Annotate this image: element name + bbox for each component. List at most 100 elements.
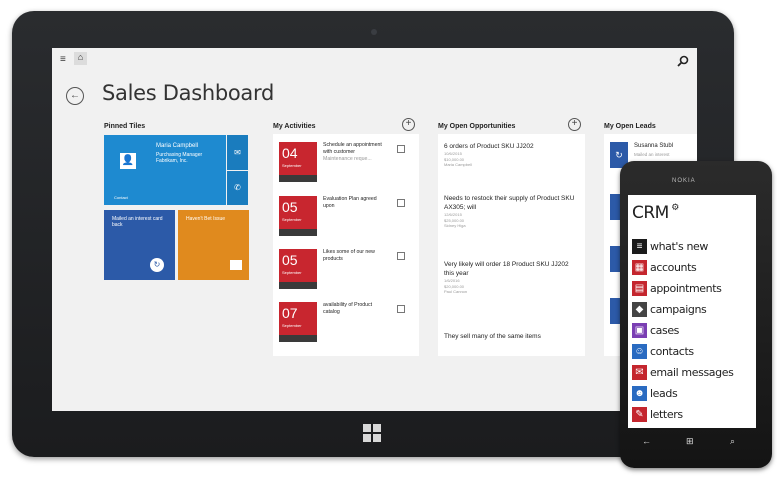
phone-menu-label: leads <box>650 387 678 400</box>
phone-screen: CRM ⚙ ≡ what's new ▦ accounts ▤ appointments ◆… <box>628 195 756 428</box>
menu-icon[interactable]: ≡ <box>60 54 66 65</box>
phone-menu-item-accounts[interactable]: ▦ accounts <box>632 259 756 277</box>
email-icon[interactable]: ✉ <box>227 135 248 170</box>
leads-icon: ☻ <box>632 386 647 401</box>
activity-day: 07 <box>282 305 298 321</box>
opportunity-title: Needs to restock their supply of Product… <box>444 195 575 211</box>
activities-heading: My Activities <box>273 123 316 130</box>
activity-day: 05 <box>282 252 298 268</box>
opportunity-owner: Paul Cannon <box>444 289 468 294</box>
accounts-icon: ▦ <box>632 260 647 275</box>
activity-item[interactable]: 05 September Evaluation Plan agreed upon <box>279 196 409 242</box>
activities-panel: 04 September Schedule an appointment wit… <box>273 134 419 356</box>
phone-menu-label: accounts <box>650 261 697 274</box>
activity-item[interactable]: 04 September Schedule an appointment wit… <box>279 142 409 188</box>
opportunity-owner: Maria Campbell <box>444 162 473 167</box>
activity-day: 04 <box>282 145 298 161</box>
top-bar: ≡ ⌂ <box>52 48 697 74</box>
activity-month: September <box>282 270 302 275</box>
phone-menu-item-email-messages[interactable]: ✉ email messages <box>632 364 756 382</box>
activity-checkbox[interactable] <box>397 305 405 313</box>
lead-name[interactable]: Susanna Stubl <box>634 143 673 149</box>
case-tile[interactable]: Haven't Bet Issue <box>178 210 249 280</box>
lead-tile-text: Mailed an interest card back <box>112 216 163 228</box>
add-activity-button[interactable]: + <box>402 118 415 131</box>
lead-sub: Mailed an interest <box>634 152 670 157</box>
activity-date-tile: 04 September <box>279 142 317 182</box>
cases-icon: ▣ <box>632 323 647 338</box>
phone-menu-label: cases <box>650 324 680 337</box>
phone-menu-item-letters[interactable]: ✎ letters <box>632 406 756 424</box>
phone-brand: NOKIA <box>672 178 696 184</box>
activity-month: September <box>282 163 302 168</box>
phone-windows-icon[interactable]: ⊞ <box>686 436 694 447</box>
phone-back-icon[interactable]: ← <box>642 436 651 446</box>
contacts-icon: ☺ <box>632 344 647 359</box>
phone-menu-label: contacts <box>650 345 694 358</box>
activity-item[interactable]: 05 September Likes some of our new produ… <box>279 249 409 295</box>
activity-checkbox[interactable] <box>397 145 405 153</box>
tablet-screen: ≡ ⌂ ← Sales Dashboard Pinned Tiles 👤 Mar… <box>52 48 697 411</box>
opportunities-panel: 6 orders of Product SKU JJ202 10/6/2015 … <box>438 134 585 356</box>
activity-text: Evaluation Plan agreed upon <box>323 196 377 209</box>
phone-menu-item-what-s-new[interactable]: ≡ what's new <box>632 238 756 256</box>
pinned-tiles-heading: Pinned Tiles <box>104 123 146 130</box>
activity-item[interactable]: 07 September availability of Product cat… <box>279 302 409 348</box>
email-icon: ✉ <box>632 365 647 380</box>
phone-menu-label: appointments <box>650 282 722 295</box>
activity-text: availability of Product catalog <box>323 302 373 315</box>
contact-label: Contact <box>114 195 128 200</box>
tablet-camera <box>371 29 377 35</box>
phone-menu-label: letters <box>650 408 683 421</box>
activity-date-tile: 07 September <box>279 302 317 342</box>
case-icon <box>230 260 242 270</box>
lead-tile[interactable]: Mailed an interest card back ↻ <box>104 210 175 280</box>
activity-checkbox[interactable] <box>397 252 405 260</box>
activity-month: September <box>282 217 302 222</box>
opportunity-item[interactable]: Needs to restock their supply of Product… <box>444 194 576 229</box>
phone-call-icon[interactable]: ✆ <box>227 171 248 205</box>
activity-date-tile: 05 September <box>279 196 317 236</box>
contact-name: Maria Campbell <box>156 143 199 149</box>
opportunity-title: They sell many of the same items <box>444 333 541 340</box>
activity-month: September <box>282 323 302 328</box>
activity-text: Likes some of our new products <box>323 249 375 262</box>
home-icon[interactable]: ⌂ <box>74 52 87 65</box>
whats-new-icon: ≡ <box>632 239 647 254</box>
opportunity-owner: Sidney Higa <box>444 223 466 228</box>
phone-menu-item-contacts[interactable]: ☺ contacts <box>632 343 756 361</box>
opportunity-item[interactable]: They sell many of the same items <box>444 332 576 341</box>
letters-icon: ✎ <box>632 407 647 422</box>
case-tile-text: Haven't Bet Issue <box>186 216 226 222</box>
search-icon[interactable] <box>677 55 689 67</box>
activity-day: 05 <box>282 199 298 215</box>
page-title: Sales Dashboard <box>102 81 275 105</box>
campaigns-icon: ◆ <box>632 302 647 317</box>
phone-menu-item-campaigns[interactable]: ◆ campaigns <box>632 301 756 319</box>
appointments-icon: ▤ <box>632 281 647 296</box>
opportunity-item[interactable]: 6 orders of Product SKU JJ202 10/6/2015 … <box>444 142 576 168</box>
opportunity-title: 6 orders of Product SKU JJ202 <box>444 143 534 150</box>
phone-menu-label: campaigns <box>650 303 707 316</box>
contact-icon: 👤 <box>120 153 136 169</box>
phone-menu-item-leads[interactable]: ☻ leads <box>632 385 756 403</box>
phone-menu-item-appointments[interactable]: ▤ appointments <box>632 280 756 298</box>
activity-checkbox[interactable] <box>397 199 405 207</box>
activity-text: Schedule an appointment with customer Ma… <box>323 142 382 162</box>
crm-title: CRM ⚙ <box>632 203 679 223</box>
opportunities-heading: My Open Opportunities <box>438 123 516 130</box>
add-opportunity-button[interactable]: + <box>568 118 581 131</box>
contact-company: Fabrikam, Inc. <box>156 158 188 164</box>
back-button[interactable]: ← <box>66 87 84 105</box>
phone-menu-label: what's new <box>650 240 709 253</box>
phone-menu-item-cases[interactable]: ▣ cases <box>632 322 756 340</box>
opportunity-title: Very likely will order 18 Product SKU JJ… <box>444 261 569 277</box>
leads-heading: My Open Leads <box>604 123 656 130</box>
windows-button-icon[interactable] <box>363 424 381 442</box>
lead-icon: ↻ <box>150 258 164 272</box>
contact-tile[interactable]: 👤 Maria Campbell Purchasing Manager Fabr… <box>104 135 226 205</box>
opportunity-item[interactable]: Very likely will order 18 Product SKU JJ… <box>444 260 576 295</box>
activity-date-tile: 05 September <box>279 249 317 289</box>
phone-menu-label: email messages <box>650 366 734 379</box>
phone-search-icon[interactable]: ⌕ <box>730 436 735 447</box>
